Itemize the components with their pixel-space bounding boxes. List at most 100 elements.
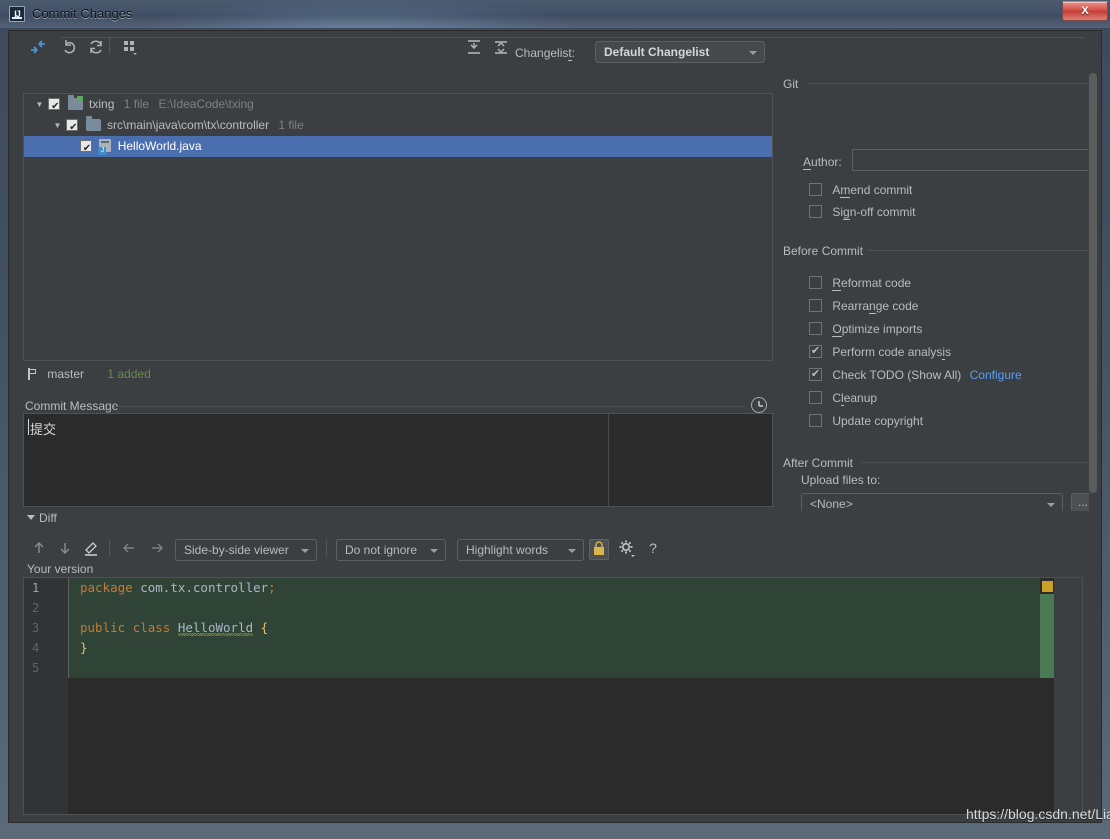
- gutter-border: [68, 578, 69, 678]
- refresh-icon[interactable]: [87, 38, 105, 56]
- configure-link[interactable]: Configure: [970, 368, 1022, 382]
- checkbox-label: Update copyright: [832, 414, 924, 428]
- tree-node-label: src\main\java\com\tx\controller: [107, 118, 270, 132]
- chevron-down-icon[interactable]: [27, 515, 35, 520]
- close-icon: X: [1081, 5, 1089, 17]
- line-number: 5: [32, 661, 40, 675]
- commit-message-value: 提交: [30, 423, 57, 438]
- update-copyright-checkbox[interactable]: Update copyright: [809, 412, 923, 430]
- commit-message-input[interactable]: 提交: [23, 413, 773, 507]
- commit-changes-window: IJ Commit Changes X Changelist: Default …: [0, 0, 1110, 839]
- changelist-value: Default Changelist: [604, 45, 710, 59]
- divider: [61, 37, 1085, 38]
- warning-marker[interactable]: [1042, 581, 1053, 592]
- revert-icon[interactable]: [61, 38, 79, 56]
- arrow-right-icon[interactable]: [147, 538, 167, 558]
- tree-node-label: txing: [89, 97, 115, 111]
- code-line: package com.tx.controller;: [80, 578, 276, 598]
- author-label: Author:: [803, 155, 842, 170]
- code-token: package: [80, 580, 133, 595]
- perform-code-analysis-checkbox[interactable]: Perform code analysis: [809, 342, 952, 361]
- checkbox-label: Reformat code: [832, 276, 912, 291]
- table-row[interactable]: HelloWorld.java: [24, 136, 772, 159]
- arrow-left-icon[interactable]: [119, 538, 139, 558]
- tree-node-path: E:\IdeaCode\txing: [158, 97, 254, 111]
- question-mark-icon[interactable]: ?: [643, 538, 663, 558]
- diff-section-label: Diff: [39, 511, 57, 525]
- change-stats: 1 added: [107, 367, 151, 381]
- collapse-all-icon[interactable]: [492, 38, 510, 56]
- checkbox-box[interactable]: [809, 322, 822, 336]
- author-field[interactable]: [852, 149, 1089, 171]
- code-line: }: [80, 638, 88, 658]
- code-token: class: [132, 620, 171, 635]
- code-token: com.tx.controller: [140, 580, 269, 595]
- highlight-mode-dropdown[interactable]: Highlight words: [457, 539, 584, 561]
- upload-files-label: Upload files to:: [801, 473, 881, 487]
- checkbox-label: Check TODO (Show All): [832, 368, 962, 382]
- row-checkbox[interactable]: [48, 96, 61, 117]
- before-commit-group-label: Before Commit: [783, 244, 864, 258]
- line-number: 3: [32, 621, 40, 635]
- checkbox-label: Perform code analysis: [832, 345, 952, 360]
- checkbox-box[interactable]: [809, 205, 822, 219]
- tree-node-count: 1 file: [278, 118, 304, 132]
- chevron-down-icon: [430, 549, 438, 553]
- branch-status-row: master 1 added: [27, 365, 151, 383]
- checkbox-box[interactable]: [809, 414, 822, 428]
- changelist-dropdown[interactable]: Default Changelist: [595, 41, 765, 63]
- changelist-label: Changelist:: [515, 46, 576, 61]
- move-to-changelist-icon[interactable]: [29, 38, 47, 56]
- gear-icon[interactable]: [617, 538, 637, 558]
- tree-expand-icon[interactable]: ▼: [52, 115, 63, 136]
- table-row[interactable]: ▼ src\main\java\com\tx\controller 1 file: [24, 115, 772, 138]
- row-checkbox[interactable]: [66, 117, 79, 138]
- pencil-edit-icon[interactable]: [81, 538, 101, 558]
- clock-history-icon[interactable]: [751, 397, 767, 413]
- close-button[interactable]: X: [1062, 1, 1108, 21]
- tree-node-count: 1 file: [123, 97, 150, 111]
- diff-editor[interactable]: 1 2 3 4 5 package com.tx.controller; pub…: [23, 577, 1083, 815]
- row-checkbox[interactable]: [80, 138, 93, 159]
- checkbox-box[interactable]: [809, 299, 822, 313]
- expand-all-icon[interactable]: [465, 38, 483, 56]
- chevron-down-icon: [301, 549, 309, 553]
- signoff-commit-checkbox[interactable]: Sign-off commit: [809, 203, 916, 221]
- reformat-code-checkbox[interactable]: Reformat code: [809, 274, 911, 292]
- checkbox-box[interactable]: [809, 183, 822, 197]
- arrow-down-icon[interactable]: [55, 538, 75, 558]
- viewer-mode-dropdown[interactable]: Side-by-side viewer: [175, 539, 317, 561]
- table-row[interactable]: ▼ txing 1 file E:\IdeaCode\txing: [24, 94, 772, 117]
- dialog-body: Changelist: Default Changelist ▼ txing 1…: [8, 30, 1102, 823]
- divider: [114, 406, 746, 407]
- folder-icon: [85, 115, 101, 131]
- browse-server-button[interactable]: ...: [1071, 493, 1089, 511]
- highlight-mode-value: Highlight words: [466, 543, 549, 557]
- checkbox-label: Rearrange code: [832, 299, 919, 314]
- added-marker[interactable]: [1040, 594, 1054, 678]
- code-token: }: [80, 640, 88, 655]
- diff-section-header[interactable]: Diff: [23, 511, 773, 525]
- diff-toolbar: Side-by-side viewer Do not ignore Highli…: [23, 534, 1083, 562]
- check-todo-checkbox[interactable]: Check TODO (Show All) Configure: [809, 365, 1022, 384]
- ignore-mode-dropdown[interactable]: Do not ignore: [336, 539, 446, 561]
- checkbox-box[interactable]: [809, 342, 822, 360]
- line-number: 1: [32, 581, 40, 595]
- optimize-imports-checkbox[interactable]: Optimize imports: [809, 320, 922, 338]
- tree-expand-icon[interactable]: ▼: [34, 94, 45, 115]
- amend-commit-checkbox[interactable]: Amend commit: [809, 181, 912, 199]
- upload-server-dropdown[interactable]: <None>: [801, 493, 1063, 511]
- changed-files-tree[interactable]: ▼ txing 1 file E:\IdeaCode\txing ▼ src\m…: [23, 93, 773, 361]
- group-by-icon[interactable]: [121, 38, 139, 56]
- arrow-up-icon[interactable]: [29, 538, 49, 558]
- git-panel-scrollbar-thumb[interactable]: [1089, 73, 1097, 493]
- intellij-idea-icon: IJ: [9, 6, 25, 22]
- cleanup-checkbox[interactable]: Cleanup: [809, 389, 877, 407]
- checkbox-box[interactable]: [809, 365, 822, 383]
- checkbox-box[interactable]: [809, 391, 822, 405]
- lock-icon[interactable]: [589, 539, 609, 560]
- rearrange-code-checkbox[interactable]: Rearrange code: [809, 297, 918, 315]
- commit-message-label: Commit Message: [25, 399, 119, 414]
- checkbox-box[interactable]: [809, 276, 822, 290]
